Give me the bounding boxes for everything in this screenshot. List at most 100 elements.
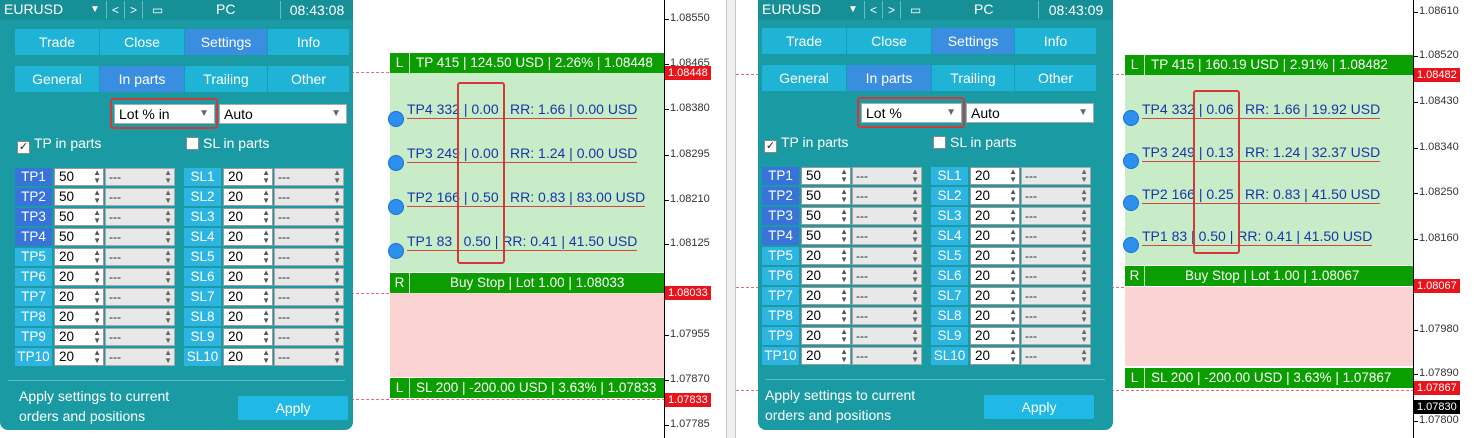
tp-level-option-input[interactable]: --- ▲ ▼ (105, 268, 175, 286)
symbol-label[interactable]: EURUSD (762, 1, 821, 17)
apply-button[interactable]: Apply (984, 395, 1094, 419)
tab-info[interactable]: Info (268, 29, 349, 55)
spinner-arrows-icon[interactable]: ▲ ▼ (262, 209, 270, 225)
tp-row-3[interactable]: TP3 249 | 0.13 | RR: 1.24 | 32.37 USD (1142, 144, 1381, 162)
spinner-arrows-icon[interactable]: ▲ ▼ (262, 309, 270, 325)
tp-level-percent-input[interactable]: 20 ▲ ▼ (54, 308, 104, 326)
tp-level-option-input[interactable]: --- ▲ ▼ (852, 347, 922, 365)
tp1-handle-icon[interactable] (388, 243, 404, 259)
sl-level-percent-input[interactable]: 20 ▲ ▼ (970, 347, 1020, 365)
tp-level-option-input[interactable]: --- ▲ ▼ (105, 208, 175, 226)
spinner-arrows-icon[interactable]: ▲ ▼ (911, 348, 919, 364)
spinner-arrows-icon[interactable]: ▲ ▼ (911, 248, 919, 264)
spinner-arrows-icon[interactable]: ▲ ▼ (911, 308, 919, 324)
spinner-arrows-icon[interactable]: ▲ ▼ (93, 209, 101, 225)
spinner-arrows-icon[interactable]: ▲ ▼ (93, 269, 101, 285)
sl-level-percent-input[interactable]: 20 ▲ ▼ (970, 327, 1020, 345)
folder-icon[interactable]: ▭ (142, 1, 172, 19)
spinner-arrows-icon[interactable]: ▲ ▼ (1009, 188, 1017, 204)
spinner-arrows-icon[interactable]: ▲ ▼ (1009, 348, 1017, 364)
sl-level-option-input[interactable]: --- ▲ ▼ (274, 288, 344, 306)
sl-level-percent-input[interactable]: 20 ▲ ▼ (223, 328, 273, 346)
tp-level-percent-input[interactable]: 50 ▲ ▼ (801, 207, 851, 225)
sl-level-percent-input[interactable]: 20 ▲ ▼ (223, 308, 273, 326)
next-symbol-button[interactable]: > (124, 1, 142, 19)
spinner-arrows-icon[interactable]: ▲ ▼ (1009, 208, 1017, 224)
subtab-other[interactable]: Other (268, 66, 349, 92)
sl-level-percent-input[interactable]: 20 ▲ ▼ (970, 227, 1020, 245)
tab-settings[interactable]: Settings (932, 28, 1015, 54)
tp-level-option-input[interactable]: --- ▲ ▼ (852, 187, 922, 205)
sl-level-percent-input[interactable]: 20 ▲ ▼ (223, 188, 273, 206)
sl-bar[interactable]: L SL 200 | -200.00 USD | 3.63% | 1.07833 (390, 378, 664, 398)
spinner-arrows-icon[interactable]: ▲ ▼ (911, 288, 919, 304)
entry-bar[interactable]: R Buy Stop | Lot 1.00 | 1.08067 (1125, 266, 1413, 286)
tp-level-percent-input[interactable]: 50 ▲ ▼ (54, 188, 104, 206)
tp-level-percent-input[interactable]: 20 ▲ ▼ (54, 288, 104, 306)
sl-level-percent-input[interactable]: 20 ▲ ▼ (223, 268, 273, 286)
tp-level-percent-input[interactable]: 20 ▲ ▼ (801, 287, 851, 305)
spinner-arrows-icon[interactable]: ▲ ▼ (840, 308, 848, 324)
sl-level-percent-input[interactable]: 20 ▲ ▼ (223, 208, 273, 226)
spinner-arrows-icon[interactable]: ▲ ▼ (262, 249, 270, 265)
spinner-arrows-icon[interactable]: ▲ ▼ (1009, 168, 1017, 184)
tp-level-option-input[interactable]: --- ▲ ▼ (105, 308, 175, 326)
tp-level-option-input[interactable]: --- ▲ ▼ (852, 207, 922, 225)
tp-bar-tag[interactable]: L (1125, 55, 1145, 75)
spinner-arrows-icon[interactable]: ▲ ▼ (840, 168, 848, 184)
spinner-arrows-icon[interactable]: ▲ ▼ (1080, 348, 1088, 364)
spinner-arrows-icon[interactable]: ▲ ▼ (840, 188, 848, 204)
sl-level-percent-input[interactable]: 20 ▲ ▼ (223, 348, 273, 366)
tp-row-2[interactable]: TP2 166 | 0.25 | RR: 0.83 | 41.50 USD (1142, 186, 1381, 204)
lot-source-select[interactable]: Auto ▼ (219, 104, 347, 124)
spinner-arrows-icon[interactable]: ▲ ▼ (1009, 268, 1017, 284)
tp-level-percent-input[interactable]: 20 ▲ ▼ (54, 268, 104, 286)
spinner-arrows-icon[interactable]: ▲ ▼ (164, 329, 172, 345)
spinner-arrows-icon[interactable]: ▲ ▼ (262, 349, 270, 365)
tp-row-3[interactable]: TP3 249 | 0.00 | RR: 1.24 | 0.00 USD (407, 145, 638, 163)
spinner-arrows-icon[interactable]: ▲ ▼ (93, 169, 101, 185)
subtab-in-parts[interactable]: In parts (100, 66, 185, 92)
sl-level-option-input[interactable]: --- ▲ ▼ (1021, 167, 1091, 185)
sl-level-option-input[interactable]: --- ▲ ▼ (1021, 327, 1091, 345)
spinner-arrows-icon[interactable]: ▲ ▼ (911, 188, 919, 204)
sl-level-percent-input[interactable]: 20 ▲ ▼ (223, 168, 273, 186)
spinner-arrows-icon[interactable]: ▲ ▼ (1080, 288, 1088, 304)
subtab-general[interactable]: General (762, 65, 847, 91)
spinner-arrows-icon[interactable]: ▲ ▼ (1009, 328, 1017, 344)
spinner-arrows-icon[interactable]: ▲ ▼ (1080, 248, 1088, 264)
tp-level-option-input[interactable]: --- ▲ ▼ (852, 167, 922, 185)
spinner-arrows-icon[interactable]: ▲ ▼ (333, 349, 341, 365)
tp4-handle-icon[interactable] (1123, 110, 1139, 126)
spinner-arrows-icon[interactable]: ▲ ▼ (840, 268, 848, 284)
spinner-arrows-icon[interactable]: ▲ ▼ (164, 249, 172, 265)
tp-level-option-input[interactable]: --- ▲ ▼ (852, 287, 922, 305)
spinner-arrows-icon[interactable]: ▲ ▼ (333, 269, 341, 285)
apply-button[interactable]: Apply (238, 396, 348, 420)
spinner-arrows-icon[interactable]: ▲ ▼ (262, 189, 270, 205)
spinner-arrows-icon[interactable]: ▲ ▼ (93, 229, 101, 245)
spinner-arrows-icon[interactable]: ▲ ▼ (1080, 328, 1088, 344)
spinner-arrows-icon[interactable]: ▲ ▼ (840, 228, 848, 244)
sl-level-percent-input[interactable]: 20 ▲ ▼ (970, 267, 1020, 285)
entry-bar[interactable]: R Buy Stop | Lot 1.00 | 1.08033 (390, 273, 664, 293)
tp-in-parts-checkbox[interactable]: ✓ TP in parts (764, 134, 848, 153)
spinner-arrows-icon[interactable]: ▲ ▼ (911, 228, 919, 244)
spinner-arrows-icon[interactable]: ▲ ▼ (1009, 248, 1017, 264)
spinner-arrows-icon[interactable]: ▲ ▼ (840, 288, 848, 304)
prev-symbol-button[interactable]: < (106, 1, 124, 19)
tp-row-1[interactable]: TP1 83 | 0.50 | RR: 0.41 | 41.50 USD (1142, 228, 1373, 246)
tp-level-percent-input[interactable]: 50 ▲ ▼ (801, 187, 851, 205)
tp-level-percent-input[interactable]: 50 ▲ ▼ (54, 208, 104, 226)
subtab-other[interactable]: Other (1015, 65, 1096, 91)
subtab-trailing[interactable]: Trailing (185, 66, 268, 92)
spinner-arrows-icon[interactable]: ▲ ▼ (333, 309, 341, 325)
sl-level-option-input[interactable]: --- ▲ ▼ (1021, 267, 1091, 285)
tp-level-option-input[interactable]: --- ▲ ▼ (852, 307, 922, 325)
tab-settings[interactable]: Settings (185, 29, 268, 55)
spinner-arrows-icon[interactable]: ▲ ▼ (93, 289, 101, 305)
sl-level-percent-input[interactable]: 20 ▲ ▼ (223, 228, 273, 246)
spinner-arrows-icon[interactable]: ▲ ▼ (164, 209, 172, 225)
tp-row-1[interactable]: TP1 83 | 0.50 | RR: 0.41 | 41.50 USD (407, 233, 638, 251)
tp-row-4[interactable]: TP4 332 | 0.00 | RR: 1.66 | 0.00 USD (407, 101, 638, 119)
